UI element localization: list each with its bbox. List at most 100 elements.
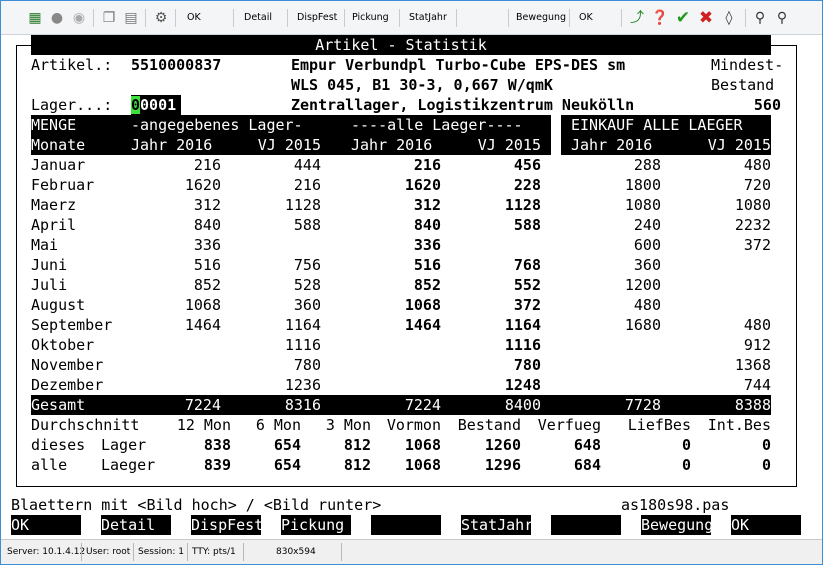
toolbar-dispfest-button[interactable]: DispFest [297,5,337,31]
gesamt-c6: 8388 [691,395,771,415]
header-jahr-1: Jahr 2016 [131,135,213,155]
status-session: Session: 1 [138,547,184,557]
month-value-c1: 1620 [184,176,221,194]
text-cursor: 0 [131,96,141,114]
toolbar-pickung-button[interactable]: Pickung [352,5,389,31]
month-value-c4: 456 [513,156,541,174]
status-bar: Server: 10.1.4.12 User: root Session: 1 … [1,539,822,564]
month-value-c4: 588 [513,216,541,234]
fkey-5[interactable] [371,515,441,535]
status-server: Server: 10.1.4.12 [7,547,86,557]
terminal-window: ▦ ● ◉ ❐ ▤ ⚙ OK Detail DispFest Pickung S… [0,0,823,565]
header-einkauf: EINKAUF ALLE LAEGER [571,115,743,135]
fkey-7[interactable] [551,515,621,535]
month-value-c3: 216 [413,156,441,174]
new-session-icon[interactable]: ▦ [25,5,45,31]
month-value-c3: 1068 [404,296,441,314]
month-value-c6: 912 [743,336,771,354]
settings-icon[interactable]: ⚙ [151,5,171,31]
month-label: September [31,316,113,334]
gesamt-c4: 8400 [461,395,541,415]
month-value-c2 [241,235,321,255]
zoom-in-icon[interactable]: ⚲ [750,5,770,31]
header-vj-2: VJ 2015 [451,135,541,155]
fkey-4[interactable]: Pickung [281,515,351,535]
summary-row-label: alle [31,456,68,474]
summary-value: 654 [273,436,301,454]
toolbar: ▦ ● ◉ ❐ ▤ ⚙ OK Detail DispFest Pickung S… [1,1,822,35]
program-name: as180s98.pas [621,496,730,514]
month-value-c5: 1680 [624,316,661,334]
fkey-2[interactable]: Detail [101,515,171,535]
month-value-c5: 240 [633,216,661,234]
month-value-c1: 852 [193,276,221,294]
month-label: April [31,216,77,234]
status-tty: TTY: pts/1 [192,547,236,557]
gesamt-label: Gesamt [31,395,86,415]
header-jahr-2: Jahr 2016 [351,135,433,155]
month-value-c2: 756 [293,256,321,274]
record-icon[interactable]: ◉ [69,5,89,31]
summary-value: 812 [343,436,371,454]
month-value-c5: 480 [633,296,661,314]
summary-header-vormon: Vormon [386,416,441,434]
month-value-c3 [361,355,441,375]
summary-value: 1260 [484,436,521,454]
month-value-c6 [691,275,771,295]
month-value-c5: 600 [633,236,661,254]
toolbar-ok2-button[interactable]: OK [579,5,593,31]
paste-icon[interactable]: ▤ [121,5,141,31]
disc-icon[interactable]: ● [47,5,67,31]
mindest-label-2: Bestand [711,76,775,94]
header-menge: MENGE [31,115,77,135]
toolbar-bewegung-button[interactable]: Bewegung [516,5,566,31]
month-label: Oktober [31,336,95,354]
zoom-out-icon[interactable]: ⚲ [772,5,792,31]
mindest-label-1: Mindest- [711,56,784,74]
month-label: Februar [31,176,95,194]
terminal-screen[interactable]: Artikel - Statistik Artikel.: 5510000837… [1,35,822,539]
month-value-c6 [691,295,771,315]
month-label: Dezember [31,376,104,394]
fkey-8[interactable]: Bewegung [641,515,711,535]
lager-label: Lager...: [31,96,113,114]
month-value-c4: 768 [513,256,541,274]
summary-value: 0 [681,436,691,454]
month-value-c5 [581,335,661,355]
header-monate: Monate [31,135,86,155]
summary-header-durchschnitt: Durchschnitt [31,416,140,434]
summary-value: 0 [681,456,691,474]
month-value-c1: 516 [193,256,221,274]
month-value-c4: 780 [513,356,541,374]
fkey-9[interactable]: OK [731,515,801,535]
month-value-c4: 1116 [504,336,541,354]
month-value-c2: 588 [293,216,321,234]
fkey-3[interactable]: DispFest [191,515,261,535]
fkey-1[interactable]: OK [11,515,81,535]
toolbar-ok-button[interactable]: OK [187,5,201,31]
summary-value: 1068 [404,436,441,454]
fkey-6[interactable]: StatJahr [461,515,531,535]
summary-header-12mon: 12 Mon [176,416,231,434]
month-value-c3: 1464 [404,316,441,334]
summary-header-verfueg: Verfueg [537,416,601,434]
month-value-c6: 2232 [734,216,771,234]
checkmark-icon[interactable]: ✔ [673,5,693,31]
toolbar-detail-button[interactable]: Detail [244,5,272,31]
cancel-icon[interactable]: ✖ [696,5,716,31]
copy-icon[interactable]: ❐ [99,5,119,31]
binoculars-icon[interactable]: ◊ [719,5,739,31]
month-value-c5: 1200 [624,276,661,294]
lager-input[interactable]: 00001 [131,95,181,115]
summary-value: 684 [573,456,601,474]
month-value-c4: 1128 [504,196,541,214]
help-icon[interactable]: ❓ [650,5,670,31]
month-value-c6 [691,255,771,275]
export-icon[interactable]: ⤴ [627,5,647,31]
month-value-c6: 744 [743,376,771,394]
toolbar-statjahr-button[interactable]: StatJahr [409,5,447,31]
month-value-c1 [141,355,221,375]
summary-header-3mon: 3 Mon [325,416,371,434]
summary-header-liefbes: LiefBes [627,416,691,434]
month-value-c3: 840 [413,216,441,234]
